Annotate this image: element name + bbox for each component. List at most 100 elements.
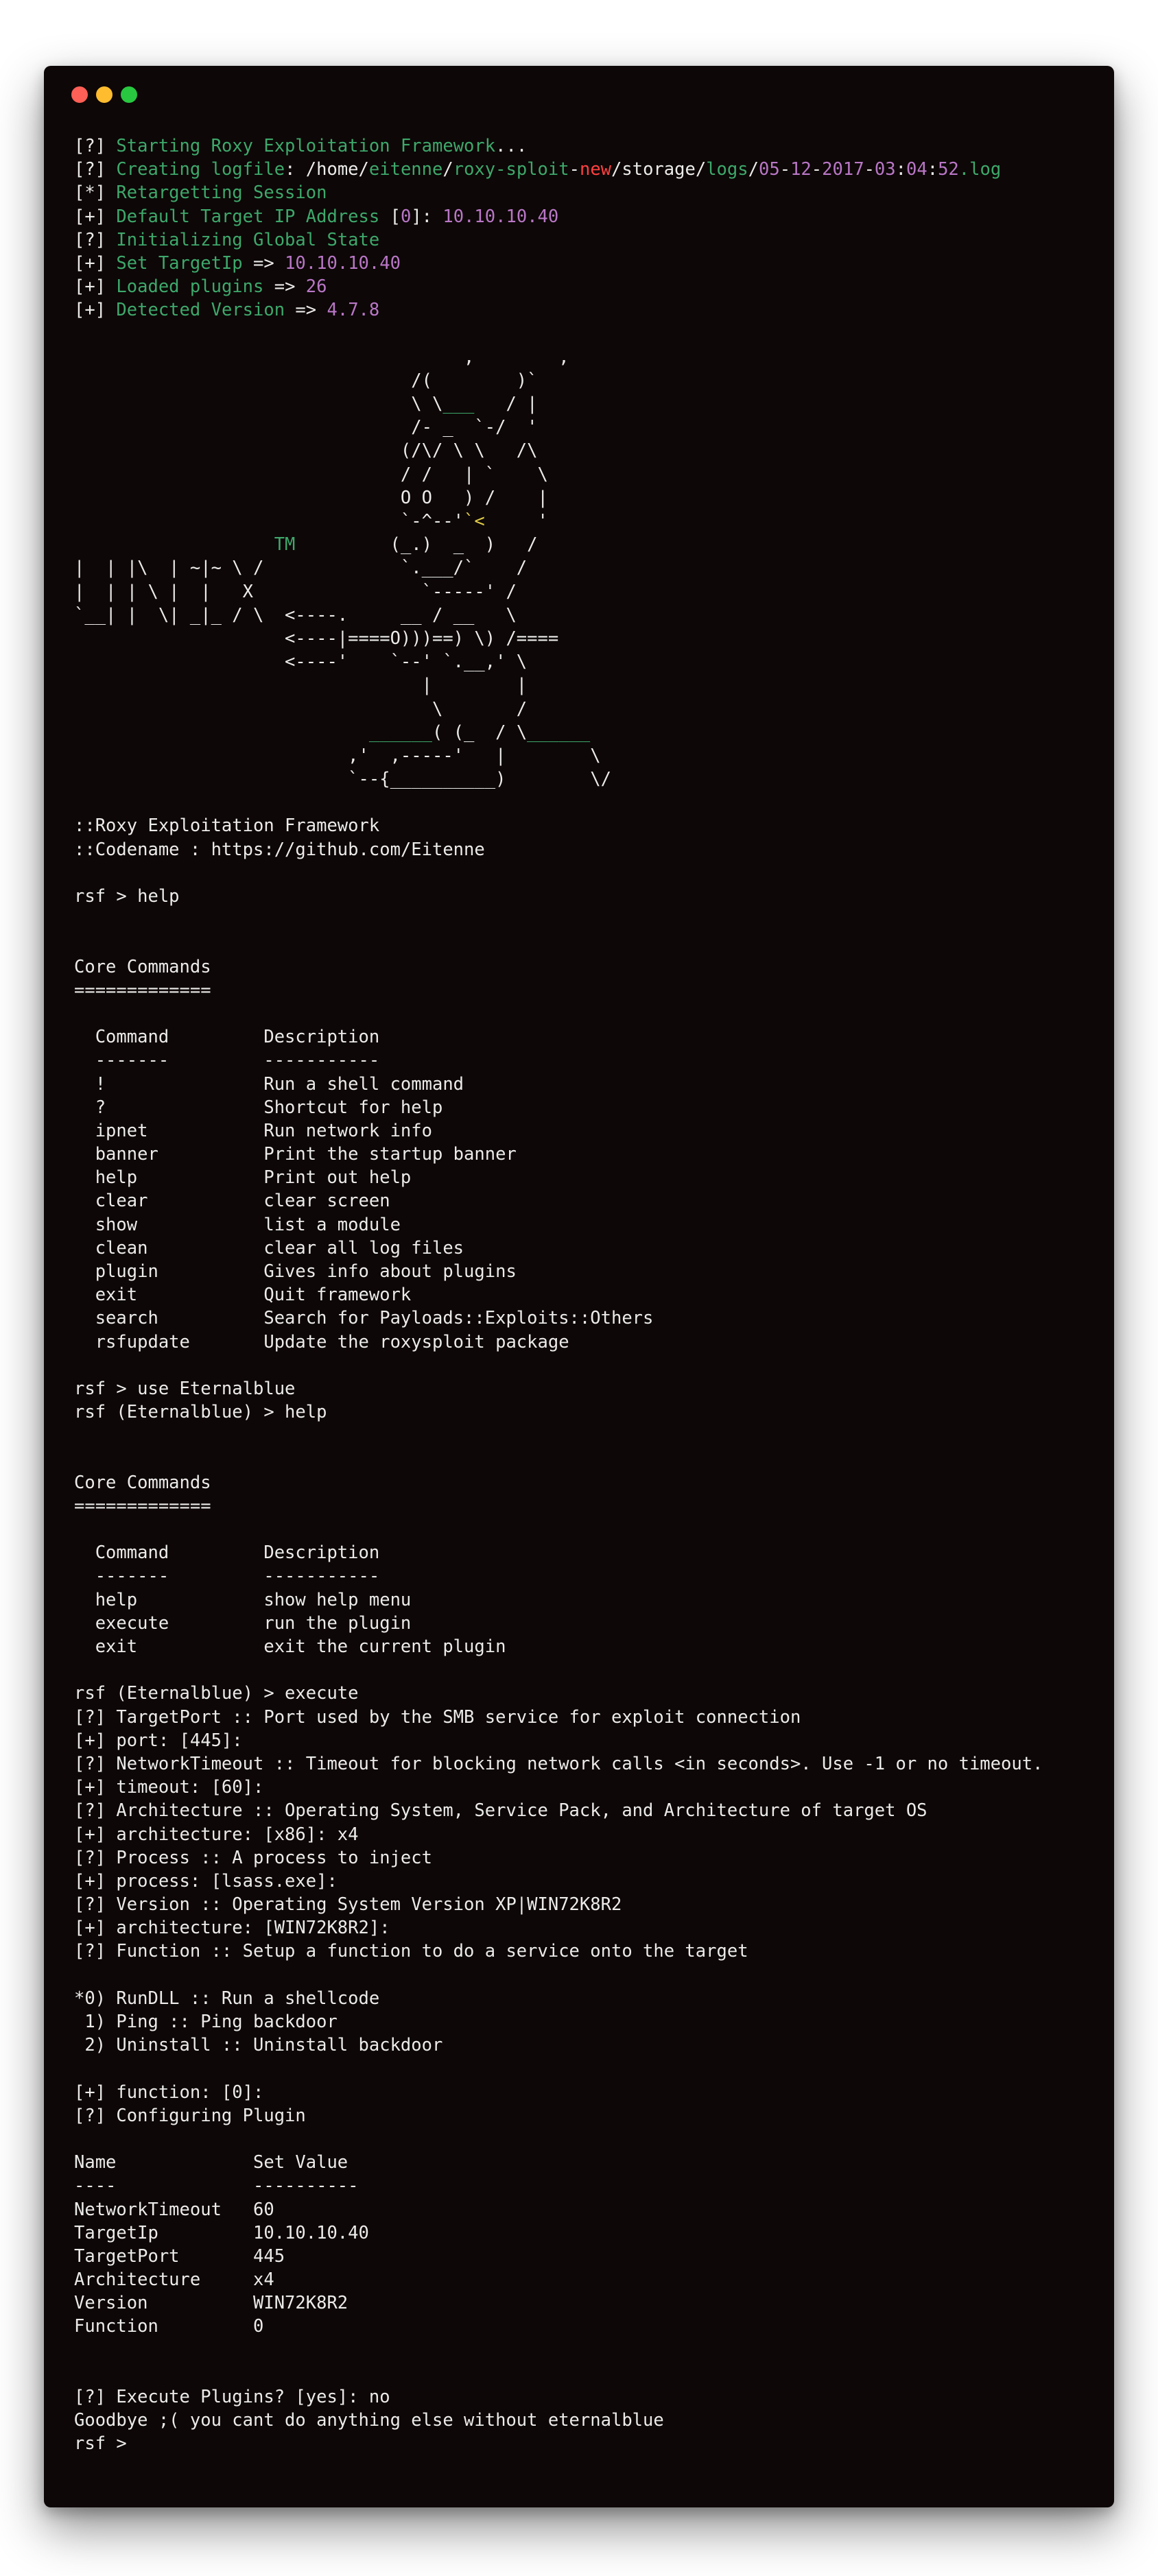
terminal-text-segment: 10.10.10.40 (285, 252, 401, 274)
terminal-line: help show help menu (74, 1588, 1103, 1612)
terminal-text-segment: [?] (74, 136, 117, 156)
terminal-line: ! Run a shell command (74, 1073, 1103, 1096)
terminal-text-segment: Detected Version (116, 300, 296, 321)
terminal-text-segment: Goodbye ;( you cant do anything else wit… (74, 2410, 664, 2431)
terminal-text-segment: clean clear all log files (74, 1237, 464, 1259)
terminal-line: Command Description (74, 1541, 1103, 1564)
terminal-line: `-^--'`< ' (74, 510, 1103, 533)
terminal-text-segment: rsf > use Eternalblue (74, 1378, 296, 1399)
terminal-text-segment: rsf > (74, 2433, 138, 2455)
terminal-text-segment: 04 (906, 159, 927, 180)
terminal-text-segment: /storage/ (611, 159, 707, 180)
terminal-text-segment: - (569, 159, 580, 180)
terminal-line: | | | \ | | X `-----' / (74, 580, 1103, 604)
terminal-text-segment: *0) RunDLL :: Run a shellcode (74, 1988, 380, 2009)
terminal-line: exit exit the current plugin (74, 1635, 1103, 1658)
terminal-text-segment: /( )` (74, 370, 538, 391)
terminal-line: ipnet Run network info (74, 1119, 1103, 1143)
terminal-text-segment: TargetPort 445 (74, 2245, 285, 2267)
terminal-line: ------- ----------- (74, 1049, 1103, 1072)
terminal-text-segment: Retargetting Session (116, 182, 327, 204)
terminal-text-segment: [?] Architecture :: Operating System, Se… (74, 1800, 927, 1822)
terminal-text-segment: 4.7.8 (327, 300, 380, 321)
terminal-text-segment: rsf (Eternalblue) > help (74, 1402, 327, 1423)
terminal-text-segment: ============= (74, 979, 211, 1001)
maximize-window-button[interactable] (121, 86, 137, 103)
terminal-text-segment: 1) Ping :: Ping backdoor (74, 2012, 338, 2032)
minimize-window-button[interactable] (96, 86, 113, 103)
terminal-text-segment: Version WIN72K8R2 (74, 2293, 348, 2314)
terminal-text-segment: ,' ,-----' | \ (74, 745, 601, 766)
terminal-line: ============= (74, 979, 1103, 1002)
terminal-line: show list a module (74, 1213, 1103, 1237)
terminal-text-segment: 0 (400, 206, 412, 227)
terminal-text-segment: 05 (758, 159, 780, 180)
terminal-text-segment: ------- ----------- (74, 1050, 380, 1071)
terminal-text-segment: rsf > help (74, 886, 180, 907)
terminal-output[interactable]: [?] Starting Roxy Exploitation Framework… (74, 134, 1103, 2456)
terminal-line: | | (74, 673, 1103, 697)
terminal-text-segment: (_.) _ ) / (295, 534, 538, 556)
terminal-text-segment: ______ (368, 721, 432, 743)
terminal-text-segment: search Search for Payloads::Exploits::Ot… (74, 1308, 654, 1329)
terminal-text-segment: Architecture x4 (74, 2269, 274, 2291)
terminal-text-segment: Core Commands (74, 956, 211, 977)
terminal-text-segment: clear clear screen (74, 1191, 390, 1212)
terminal-line: [?] Starting Roxy Exploitation Framework… (74, 134, 1103, 158)
terminal-text-segment: `< (464, 511, 485, 532)
terminal-line: [+] timeout: [60]: (74, 1776, 1103, 1799)
terminal-line: TargetPort 445 (74, 2245, 1103, 2268)
terminal-line: [+] architecture: [x86]: x4 (74, 1823, 1103, 1846)
terminal-text-segment: => (274, 276, 306, 298)
terminal-text-segment: : (927, 159, 938, 180)
terminal-text-segment: ? Shortcut for help (74, 1097, 443, 1118)
terminal-line: TM (_.) _ ) / (74, 533, 1103, 556)
terminal-line: <----|====O)))==) \) /==== (74, 627, 1103, 650)
terminal-line: Core Commands (74, 955, 1103, 979)
terminal-text-segment: ]: (411, 206, 443, 227)
terminal-line: (/\/ \ \ /\ (74, 439, 1103, 462)
terminal-line: banner Print the startup banner (74, 1143, 1103, 1166)
terminal-text-segment: roxy-sploit (453, 159, 569, 180)
terminal-line: TargetIp 10.10.10.40 (74, 2221, 1103, 2245)
terminal-text-segment: Name Set Value (74, 2152, 348, 2173)
terminal-text-segment: [+] (74, 276, 117, 298)
terminal-text-segment: (/\/ \ \ /\ (74, 440, 538, 462)
terminal-text-segment: [ (390, 206, 401, 227)
terminal-text-segment: help show help menu (74, 1589, 412, 1610)
terminal-line: \ / (74, 697, 1103, 721)
terminal-line: exit Quit framework (74, 1283, 1103, 1307)
terminal-text-segment: <----' `--' `.__,' \ (74, 652, 528, 673)
terminal-text-segment: TM (274, 534, 296, 556)
terminal-text-segment: ------- ----------- (74, 1566, 380, 1587)
terminal-text-segment: => (253, 252, 285, 274)
terminal-text-segment: TargetIp 10.10.10.40 (74, 2222, 369, 2243)
terminal-line: `--{__________) \/ (74, 767, 1103, 791)
terminal-text-segment: 2) Uninstall :: Uninstall backdoor (74, 2035, 443, 2056)
terminal-text-segment: .log (958, 159, 1002, 180)
terminal-line: [+] architecture: [WIN72K8R2]: (74, 1916, 1103, 1940)
terminal-text-segment: / (442, 159, 453, 180)
terminal-line: ::Roxy Exploitation Framework (74, 814, 1103, 837)
terminal-line: [?] Process :: A process to inject (74, 1846, 1103, 1870)
terminal-text-segment: Core Commands (74, 1472, 211, 1493)
terminal-text-segment: [?] (74, 229, 117, 250)
terminal-line: rsf > use Eternalblue (74, 1377, 1103, 1400)
terminal-text-segment: ipnet Run network info (74, 1120, 432, 1141)
terminal-text-segment: : /home/ (285, 159, 369, 180)
terminal-line: rsf > help (74, 885, 1103, 908)
terminal-text-segment: | | | \ | | X `-----' / (74, 581, 517, 602)
terminal-text-segment: ---- ---------- (74, 2175, 359, 2197)
terminal-line: rsfupdate Update the roxysploit package (74, 1331, 1103, 1354)
terminal-text-segment: [?] TargetPort :: Port used by the SMB s… (74, 1706, 801, 1728)
terminal-line: Function 0 (74, 2315, 1103, 2338)
close-window-button[interactable] (71, 86, 88, 103)
terminal-text-segment: [?] NetworkTimeout :: Timeout for blocki… (74, 1753, 1043, 1774)
terminal-line: clean clear all log files (74, 1237, 1103, 1260)
